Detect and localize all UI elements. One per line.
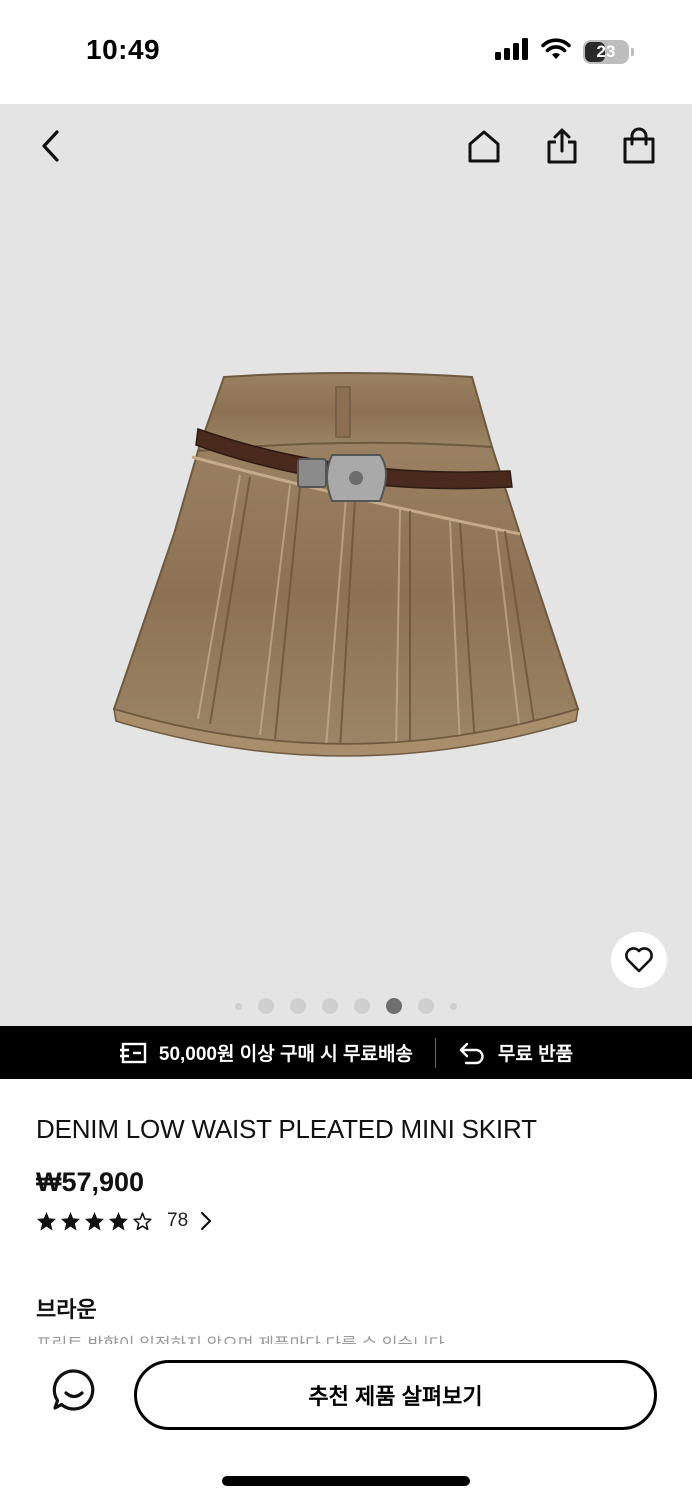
share-icon: [547, 128, 577, 164]
pagination-dot[interactable]: [418, 998, 434, 1014]
free-return-info: 무료 반품: [458, 1039, 573, 1066]
chat-button[interactable]: [48, 1364, 100, 1416]
wishlist-button[interactable]: [611, 932, 667, 988]
chevron-right-icon: [200, 1211, 212, 1231]
star-empty-icon: [133, 1212, 152, 1231]
star-full-icon: [60, 1211, 81, 1231]
delivery-truck-icon: [119, 1042, 147, 1063]
pagination-dot[interactable]: [235, 1002, 242, 1010]
pagination-dot[interactable]: [354, 998, 370, 1014]
star-full-icon: [36, 1211, 57, 1231]
pagination-dot[interactable]: [290, 998, 306, 1014]
pagination-dot-active[interactable]: [386, 998, 402, 1014]
color-name: 브라운: [36, 1297, 97, 1322]
home-button[interactable]: [460, 122, 508, 170]
product-info: DENIM LOW WAIST PLEATED MINI SKIRT ₩57,9…: [36, 1114, 656, 1232]
wifi-icon: [541, 38, 571, 65]
promo-banner: 50,000원 이상 구매 시 무료배송 무료 반품: [0, 1026, 692, 1079]
heart-icon: [625, 947, 653, 973]
product-name: DENIM LOW WAIST PLEATED MINI SKIRT: [36, 1114, 537, 1144]
free-shipping-text: 50,000원 이상 구매 시 무료배송: [158, 1044, 413, 1065]
recommended-products-button[interactable]: 추천 제품 살펴보기: [134, 1360, 657, 1430]
pagination-dot[interactable]: [258, 998, 274, 1014]
star-full-icon: [84, 1211, 105, 1231]
product-price: ₩57,900: [36, 1167, 145, 1197]
review-count: 78: [167, 1210, 189, 1231]
status-time: 10:49: [86, 34, 161, 65]
signal-icon: [495, 38, 529, 65]
back-icon: [42, 130, 59, 162]
battery-level: 23: [596, 41, 616, 61]
free-shipping-info: 50,000원 이상 구매 시 무료배송: [119, 1039, 413, 1066]
status-bar: 10:49 23: [0, 0, 692, 104]
pagination-dot[interactable]: [450, 1002, 457, 1010]
chat-bubble-icon: [52, 1369, 95, 1411]
rating-summary[interactable]: 78: [36, 1210, 656, 1232]
gallery-pagination: [0, 998, 692, 1014]
product-photo: [112, 372, 580, 757]
bottom-action-bar: 추천 제품 살펴보기: [0, 1344, 692, 1500]
star-full-icon: [108, 1211, 129, 1231]
promo-divider: [434, 1037, 436, 1068]
return-arrow-icon: [459, 1042, 484, 1064]
color-note: 프린트 방향이 일정하지 않으며 제품마다 다를 수 있습니다: [36, 1330, 636, 1344]
product-image-gallery[interactable]: [0, 104, 692, 1026]
free-return-text: 무료 반품: [497, 1044, 574, 1065]
status-icons: 23: [495, 38, 634, 65]
pagination-dot[interactable]: [322, 998, 338, 1014]
home-icon: [468, 130, 500, 163]
back-button[interactable]: [28, 122, 76, 170]
share-button[interactable]: [538, 122, 586, 170]
battery-icon: 23: [583, 39, 629, 64]
shopping-bag-button[interactable]: [615, 122, 663, 170]
rating-stars: [36, 1211, 153, 1231]
home-indicator: [222, 1476, 470, 1486]
shopping-bag-icon: [623, 127, 655, 164]
